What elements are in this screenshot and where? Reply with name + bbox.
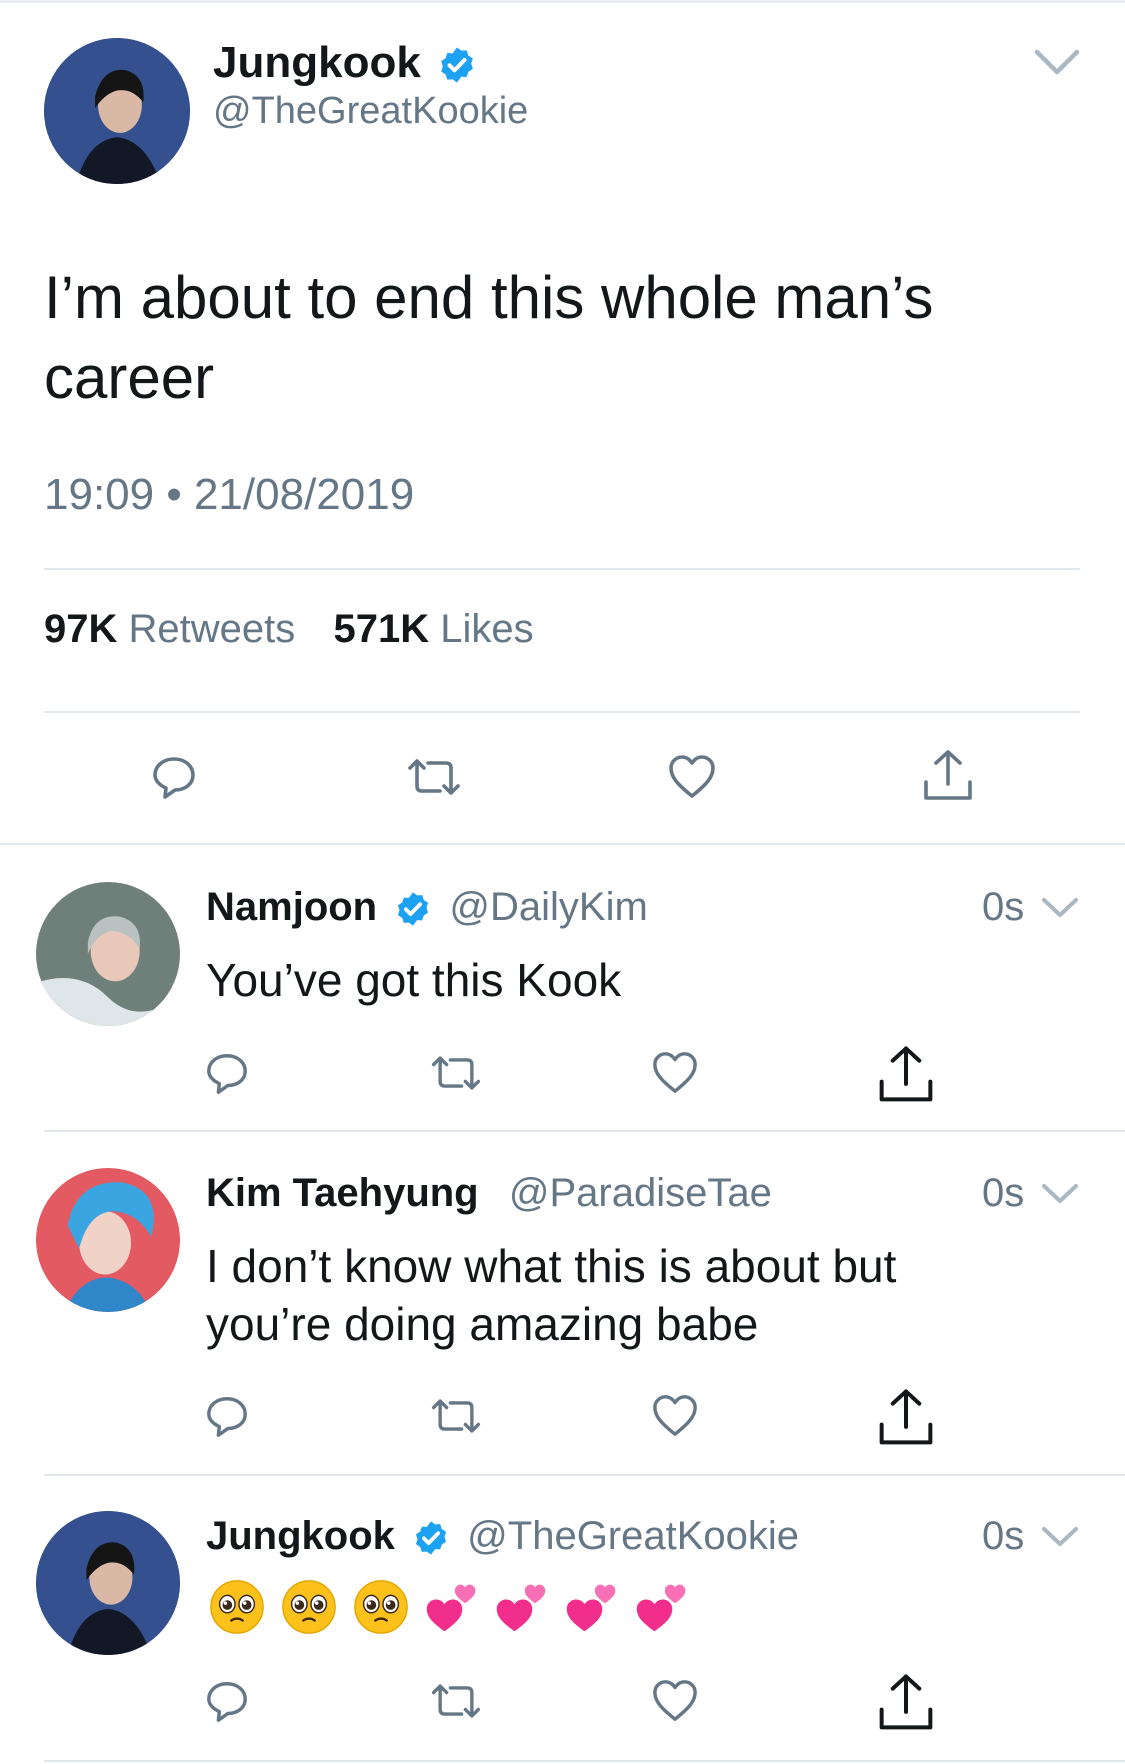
reply-header: Jungkook @TheGreatKookie — [206, 1514, 799, 1559]
avatar[interactable] — [36, 1511, 180, 1655]
reply-author-name[interactable]: Jungkook — [206, 1514, 395, 1558]
two-hearts-icon — [496, 1584, 546, 1632]
retweet-icon[interactable] — [428, 1393, 484, 1439]
reply-icon[interactable] — [204, 1393, 250, 1439]
retweet-label[interactable]: Retweets — [129, 607, 296, 651]
reply-header: Kim Taehyung @ParadiseTae — [206, 1171, 772, 1216]
reply-author-name[interactable]: Namjoon — [206, 885, 377, 929]
pleading-face-icon — [282, 1580, 336, 1634]
reply-icon[interactable] — [150, 753, 198, 801]
chevron-down-icon[interactable] — [1040, 1181, 1080, 1207]
reply-time: 0s — [982, 1514, 1025, 1558]
reply-header: Namjoon @DailyKim — [206, 885, 648, 930]
retweet-count[interactable]: 97K — [44, 607, 117, 651]
chevron-down-icon[interactable] — [1040, 1524, 1080, 1550]
verified-badge-icon — [437, 45, 477, 85]
reply-time: 0s — [982, 885, 1025, 929]
divider — [44, 1760, 1125, 1762]
share-icon[interactable] — [876, 1672, 936, 1734]
like-icon[interactable] — [651, 1393, 699, 1439]
reply-text: I don’t know what this is about but you’… — [206, 1237, 1006, 1353]
reply-author-handle[interactable]: @DailyKim — [449, 885, 647, 929]
tweet-text: I’m about to end this whole man’s career — [44, 264, 934, 411]
two-hearts-icon — [426, 1584, 476, 1632]
avatar[interactable] — [44, 38, 190, 184]
two-hearts-icon — [636, 1584, 686, 1632]
like-label[interactable]: Likes — [440, 607, 533, 651]
reply-author-handle[interactable]: @TheGreatKookie — [467, 1514, 799, 1558]
share-icon[interactable] — [876, 1044, 936, 1106]
section-divider — [0, 843, 1125, 845]
avatar[interactable] — [36, 1168, 180, 1312]
divider — [44, 1130, 1125, 1132]
share-icon[interactable] — [922, 748, 974, 804]
author-handle[interactable]: @TheGreatKookie — [213, 90, 528, 133]
author-name[interactable]: Jungkook — [213, 38, 477, 88]
divider — [44, 711, 1080, 713]
like-icon[interactable] — [651, 1050, 699, 1096]
retweet-icon[interactable] — [428, 1678, 484, 1724]
retweet-icon[interactable] — [404, 753, 464, 801]
reply-text-line: I don’t know what this is about but — [206, 1240, 897, 1292]
tweet-timestamp[interactable]: 19:09 • 21/08/2019 — [44, 470, 414, 520]
engagement-stats: 97K Retweets 571K Likes — [44, 607, 534, 652]
reply-author-handle[interactable]: @ParadiseTae — [509, 1171, 772, 1215]
divider — [44, 568, 1080, 570]
reply-text: You’ve got this Kook — [206, 954, 622, 1006]
avatar[interactable] — [36, 882, 180, 1026]
retweet-icon[interactable] — [428, 1050, 484, 1096]
share-icon[interactable] — [876, 1387, 936, 1449]
like-icon[interactable] — [651, 1678, 699, 1724]
pleading-face-icon — [210, 1580, 264, 1634]
like-icon[interactable] — [667, 753, 717, 801]
verified-badge-icon — [412, 1519, 450, 1557]
reply-time: 0s — [982, 1171, 1025, 1215]
reply-author-name[interactable]: Kim Taehyung — [206, 1171, 479, 1215]
verified-badge-icon — [394, 890, 432, 928]
pleading-face-icon — [354, 1580, 408, 1634]
chevron-down-icon[interactable] — [1032, 46, 1082, 78]
chevron-down-icon[interactable] — [1040, 895, 1080, 921]
reply-emoji-row — [208, 1578, 690, 1636]
like-count[interactable]: 571K — [334, 607, 430, 651]
reply-icon[interactable] — [204, 1050, 250, 1096]
reply-icon[interactable] — [204, 1678, 250, 1724]
reply-text-line: you’re doing amazing babe — [206, 1298, 759, 1350]
author-name-text[interactable]: Jungkook — [213, 38, 421, 87]
divider — [44, 1474, 1125, 1476]
two-hearts-icon — [566, 1584, 616, 1632]
top-border — [0, 0, 1125, 3]
